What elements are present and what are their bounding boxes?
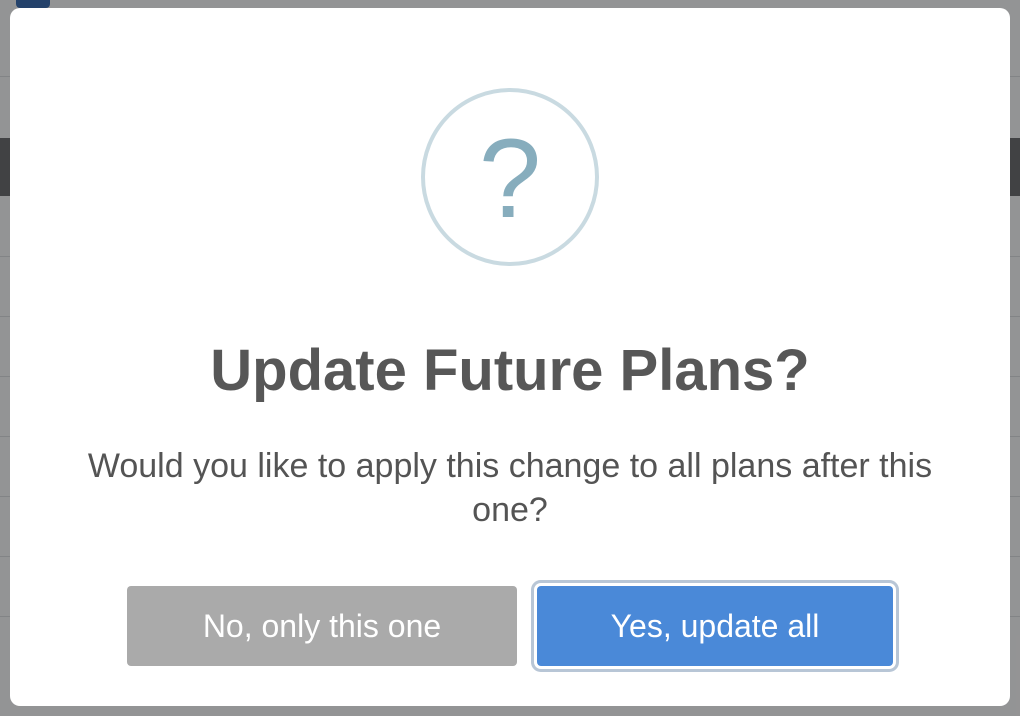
- dialog-message: Would you like to apply this change to a…: [87, 447, 933, 529]
- confirmation-dialog: ? Update Future Plans? Would you like to…: [10, 8, 1010, 706]
- question-mark-glyph: ?: [478, 116, 542, 241]
- confirm-button[interactable]: Yes, update all: [537, 586, 893, 666]
- question-mark-icon: ?: [421, 88, 599, 266]
- cancel-button[interactable]: No, only this one: [127, 586, 517, 666]
- dialog-title: Update Future Plans?: [210, 338, 810, 403]
